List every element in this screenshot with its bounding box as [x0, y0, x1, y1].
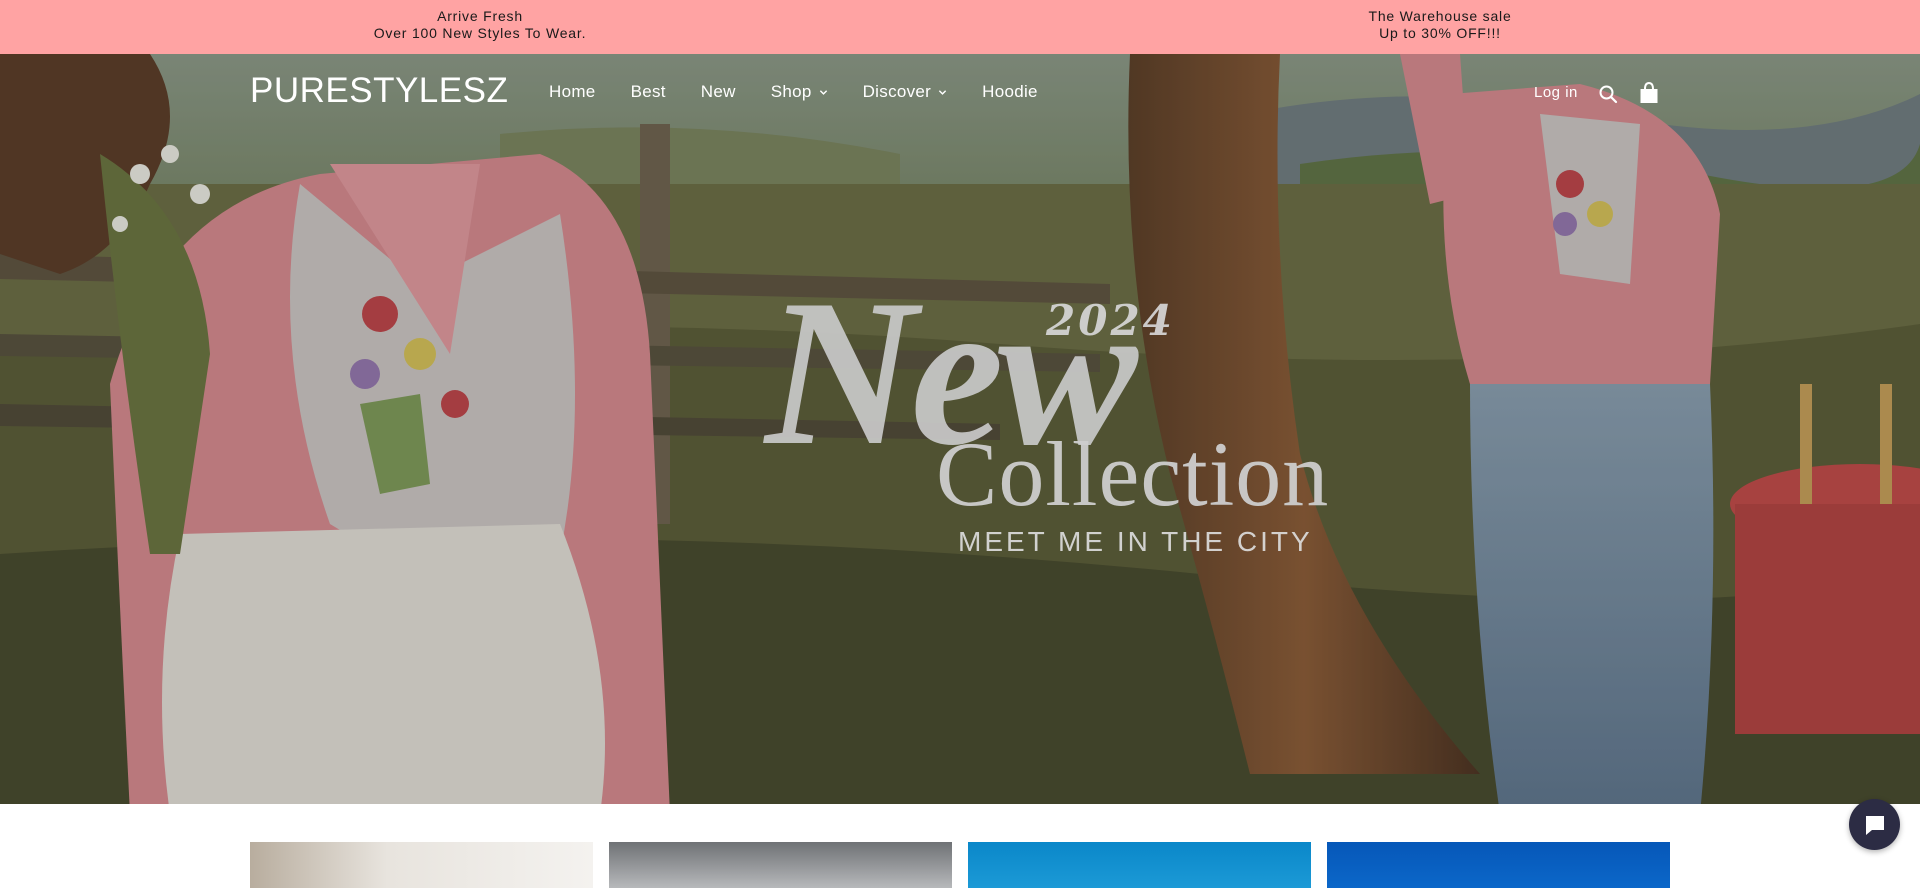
announcement-right-title: The Warehouse sale: [1368, 8, 1512, 24]
hero-headline-secondary: Collection: [936, 423, 1330, 525]
announcement-left-text: Over 100 New Styles To Wear.: [373, 25, 587, 41]
main-nav: Home Best New Shop Discover Hoodie: [549, 82, 1038, 102]
announcement-message-left[interactable]: Arrive Fresh Over 100 New Styles To Wear…: [280, 8, 680, 42]
chevron-down-icon: [938, 89, 947, 95]
nav-item-best[interactable]: Best: [631, 82, 666, 102]
announcement-message-right[interactable]: The Warehouse sale Up to 30% OFF!!!: [1240, 8, 1640, 42]
store-logo[interactable]: PURESTYLESZ: [250, 71, 508, 111]
hero-subheading: MEET ME IN THE CITY: [958, 526, 1313, 557]
product-card[interactable]: [609, 842, 952, 888]
product-card[interactable]: [968, 842, 1311, 888]
chat-button[interactable]: [1849, 799, 1900, 850]
chat-icon: [1865, 815, 1884, 835]
chevron-down-icon: [819, 89, 827, 95]
search-icon[interactable]: [1598, 84, 1618, 104]
nav-label-home: Home: [549, 82, 596, 101]
cart-icon[interactable]: [1638, 81, 1660, 105]
product-card-row: [250, 842, 1670, 888]
product-card[interactable]: [1327, 842, 1670, 888]
announcement-left-title: Arrive Fresh: [437, 8, 523, 24]
nav-item-discover[interactable]: Discover: [863, 82, 948, 102]
login-link[interactable]: Log in: [1534, 84, 1578, 101]
announcement-bar: Arrive Fresh Over 100 New Styles To Wear…: [0, 0, 1920, 54]
nav-label-hoodie: Hoodie: [982, 82, 1038, 101]
nav-item-shop[interactable]: Shop: [771, 82, 828, 102]
nav-item-home[interactable]: Home: [549, 82, 596, 102]
announcement-right-text: Up to 30% OFF!!!: [1379, 25, 1501, 41]
nav-label-best: Best: [630, 82, 666, 101]
site-header: PURESTYLESZ Home Best New Shop Discover …: [0, 54, 1920, 130]
nav-item-hoodie[interactable]: Hoodie: [982, 82, 1038, 102]
nav-label-new: New: [700, 82, 736, 101]
nav-label-shop: Shop: [770, 82, 812, 101]
nav-item-new[interactable]: New: [701, 82, 736, 102]
product-card[interactable]: [250, 842, 593, 888]
nav-label-discover: Discover: [862, 82, 932, 101]
